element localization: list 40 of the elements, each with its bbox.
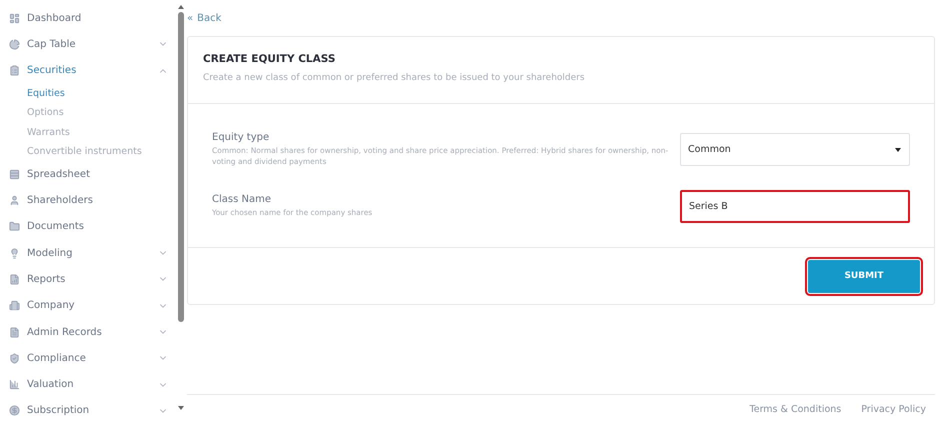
folder-icon bbox=[9, 221, 20, 232]
sidebar-subitem[interactable]: Equities bbox=[0, 84, 176, 104]
field-label: Class Name bbox=[212, 194, 272, 205]
dashboard-icon bbox=[9, 12, 20, 24]
sidebar-item[interactable]: Dashboard bbox=[0, 5, 176, 32]
scroll-up-icon[interactable] bbox=[177, 4, 185, 10]
sidebar-item[interactable]: Subscription bbox=[0, 398, 176, 424]
sidebar-item[interactable]: Admin Records bbox=[0, 318, 176, 346]
sidebar-item[interactable]: Spreadsheet bbox=[0, 161, 176, 188]
footer-link[interactable]: Terms & Conditions bbox=[750, 404, 842, 415]
sidebar-item[interactable]: Securities bbox=[0, 58, 176, 84]
form-title: CREATE EQUITY CLASS bbox=[203, 53, 336, 65]
table-icon bbox=[9, 168, 20, 180]
form-subtitle: Create a new class of common or preferred shares to be issued to your shareholders bbox=[203, 73, 586, 83]
field-label: Equity type bbox=[212, 132, 270, 143]
sidebar-item[interactable]: Modeling bbox=[0, 240, 176, 266]
dropdown[interactable]: Common bbox=[680, 133, 910, 166]
sidebar-item[interactable]: Reports bbox=[0, 266, 176, 293]
document-icon bbox=[9, 326, 20, 338]
lightbulb-icon bbox=[9, 248, 20, 259]
dollar-icon bbox=[9, 405, 20, 416]
sidebar-item[interactable]: Compliance bbox=[0, 345, 176, 372]
sidebar-item[interactable]: Valuation bbox=[0, 371, 176, 398]
pie-chart-icon bbox=[9, 38, 20, 50]
footer-link[interactable]: Privacy Policy bbox=[861, 404, 926, 415]
submit-button[interactable]: SUBMIT bbox=[808, 260, 920, 292]
clipboard-icon bbox=[9, 65, 20, 76]
shield-icon bbox=[9, 352, 20, 364]
sidebar-item[interactable]: Shareholders bbox=[0, 188, 176, 214]
caret-icon bbox=[894, 146, 902, 153]
back-link[interactable]: « Back bbox=[187, 0, 935, 36]
input-field[interactable]: Series B bbox=[680, 190, 910, 222]
scroll-down-icon[interactable] bbox=[177, 405, 185, 411]
sidebar-item[interactable]: Company bbox=[0, 292, 176, 319]
bar-chart-icon bbox=[9, 379, 20, 390]
sidebar-item[interactable]: Documents bbox=[0, 214, 176, 240]
sidebar-item[interactable]: Cap Table bbox=[0, 31, 176, 58]
building-icon bbox=[9, 300, 20, 312]
report-icon bbox=[9, 274, 20, 285]
person-icon bbox=[9, 195, 20, 206]
